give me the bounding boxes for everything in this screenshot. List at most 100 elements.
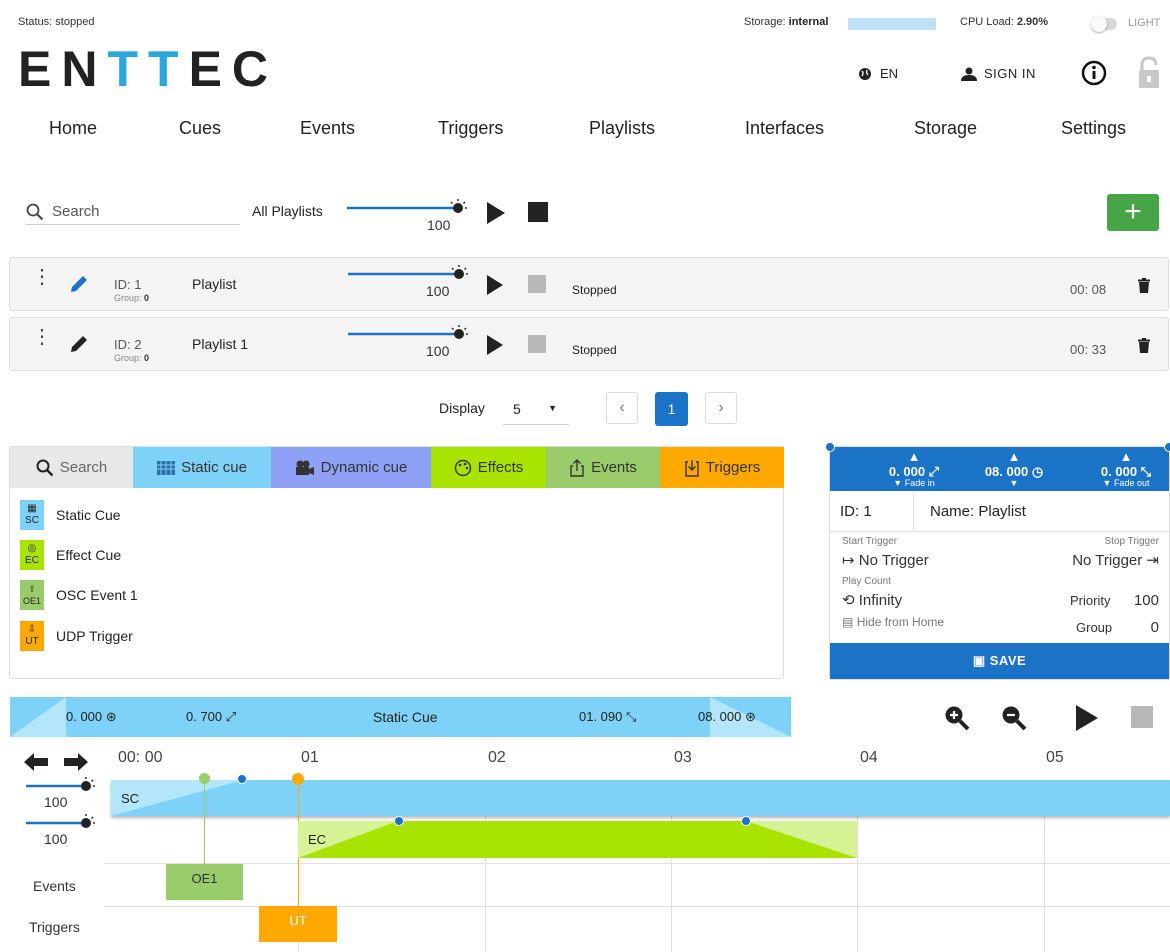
cpu-load: CPU Load: 2.90% (960, 16, 1049, 28)
playlist-row[interactable]: ⋮ ID: 1 Group: 0 Playlist 100 Stopped 00… (9, 257, 1169, 311)
time-tick: 01 (301, 749, 319, 766)
timer-icon: ⊛ (105, 709, 117, 724)
repeat-icon: ⟲ (842, 592, 855, 609)
zoom-in-icon[interactable] (943, 704, 971, 732)
edit-pencil-icon[interactable] (68, 333, 90, 355)
user-icon (960, 67, 978, 81)
arrow-left-icon[interactable] (24, 752, 48, 772)
stop-trigger-select[interactable]: No Trigger ⇥ (1072, 551, 1159, 569)
tab-events[interactable]: Events (546, 447, 660, 488)
wait-stepper[interactable]: ▲ 08. 000 ◷ ▼ (974, 449, 1054, 488)
timeline-stop-button[interactable] (1131, 706, 1153, 728)
hold-stepper[interactable]: 08. 000 ⊛ (698, 709, 756, 725)
master-level-slider[interactable] (345, 198, 469, 220)
playlist-row[interactable]: ⋮ ID: 2 Group: 0 Playlist 1 100 Stopped … (9, 317, 1169, 371)
nav-home[interactable]: Home (49, 118, 97, 139)
playlist-search[interactable]: Search (26, 199, 240, 225)
more-vert-icon[interactable]: ⋮ (32, 267, 52, 287)
trigger-marker[interactable] (292, 773, 304, 785)
playlist-name: Playlist (192, 276, 237, 292)
time-tick: 04 (860, 749, 878, 766)
trigger-icon: ⇩ UT (20, 621, 44, 651)
priority-input[interactable]: 100 (1134, 592, 1159, 609)
tab-static-cue[interactable]: Static cue (133, 447, 271, 488)
tab-triggers[interactable]: Triggers (660, 447, 784, 488)
save-button[interactable]: ▣ SAVE (830, 643, 1169, 679)
playlist-level-slider[interactable] (346, 324, 470, 346)
theme-label: LIGHT (1128, 17, 1161, 29)
nav-events[interactable]: Events (300, 118, 355, 139)
list-item[interactable]: ⇧ OE1 OSC Event 1 (20, 580, 138, 610)
fade-in-icon: ⤢ (225, 709, 237, 724)
list-item[interactable]: ▦ SC Static Cue (20, 500, 121, 530)
list-item[interactable]: ◎ EC Effect Cue (20, 540, 121, 570)
effect-cue-icon: ◎ EC (20, 540, 44, 570)
stop-button[interactable] (528, 335, 546, 353)
prev-page-button[interactable]: ‹ (606, 392, 638, 424)
sign-in-button[interactable]: SIGN IN (960, 66, 1036, 81)
playlist-editor: ▲ 0. 000 ⤢ ▼ Fade in ▲ 08. 000 ◷ ▼ ▲ 0. 000 ⤡… (825, 442, 1170, 680)
list-item[interactable]: ⇩ UT UDP Trigger (20, 621, 133, 651)
timer-icon: ⊛ (745, 709, 756, 724)
tab-dynamic-cue[interactable]: Dynamic cue (271, 447, 431, 488)
fade-out-icon: ⤡ (626, 709, 637, 724)
lock-icon[interactable] (1137, 56, 1161, 90)
trigger-block[interactable]: UT (259, 906, 337, 942)
fade-in-stepper[interactable]: 0. 700 ⤢ (186, 709, 236, 725)
nav-triggers[interactable]: Triggers (438, 118, 503, 139)
page-1-button[interactable]: 1 (655, 392, 688, 426)
more-vert-icon[interactable]: ⋮ (32, 327, 52, 347)
static-cue-track[interactable]: SC (111, 780, 1170, 816)
edit-pencil-icon[interactable] (68, 273, 90, 295)
stop-all-button[interactable] (528, 202, 548, 222)
resize-handle[interactable] (825, 442, 835, 452)
effect-cue-track[interactable]: EC (298, 821, 857, 858)
fade-out-stepper[interactable]: ▲ 0. 000 ⤡ ▼ Fade out (1086, 449, 1166, 488)
cue-search[interactable]: Search (10, 447, 133, 488)
trash-icon[interactable] (1138, 278, 1150, 293)
arrow-right-icon[interactable] (64, 752, 88, 772)
nav-settings[interactable]: Settings (1061, 118, 1126, 139)
fade-in-stepper[interactable]: ▲ 0. 000 ⤢ ▼ Fade in (874, 449, 954, 488)
play-count-select[interactable]: ⟲ Infinity (842, 591, 902, 609)
play-button[interactable] (486, 334, 504, 356)
language-selector[interactable]: EN (858, 66, 898, 81)
add-playlist-button[interactable]: + (1107, 194, 1159, 231)
zoom-out-icon[interactable] (1000, 704, 1028, 732)
play-all-button[interactable] (486, 201, 506, 225)
fade-out-stepper[interactable]: 01. 090 ⤡ (579, 709, 636, 725)
trash-icon[interactable] (1138, 338, 1150, 353)
status-text: Status: stopped (18, 16, 95, 28)
playlist-level-slider[interactable] (346, 264, 470, 286)
fade-handle[interactable] (394, 816, 404, 826)
name-field[interactable]: Name: Playlist (930, 503, 1026, 520)
arrow-to-bar-icon: ⇥ (1146, 552, 1159, 569)
enttec-logo: ENTTEC (18, 41, 279, 97)
storage-indicator: Storage: internal (744, 16, 829, 28)
nav-cues[interactable]: Cues (179, 118, 221, 139)
event-block[interactable]: OE1 (166, 864, 243, 900)
main-nav: Home Cues Events Triggers Playlists Inte… (0, 118, 1170, 142)
event-marker[interactable] (199, 773, 210, 784)
timeline-play-button[interactable] (1075, 704, 1099, 732)
delay-stepper[interactable]: 0. 000 ⊛ (66, 709, 117, 725)
fade-handle[interactable] (237, 774, 247, 784)
play-button[interactable] (486, 274, 504, 296)
nav-playlists[interactable]: Playlists (589, 118, 655, 139)
stop-button[interactable] (528, 275, 546, 293)
master-level-value: 100 (427, 217, 451, 233)
tab-effects[interactable]: Effects (431, 447, 546, 488)
start-trigger-select[interactable]: ↦ No Trigger (842, 551, 929, 569)
hide-from-home-toggle[interactable]: ▤ Hide from Home (842, 615, 944, 629)
group-input[interactable]: 0 (1151, 619, 1159, 636)
fade-handle[interactable] (741, 816, 751, 826)
nav-storage[interactable]: Storage (914, 118, 977, 139)
theme-toggle[interactable] (1091, 16, 1117, 32)
next-page-button[interactable]: › (705, 392, 737, 424)
share-icon (569, 458, 585, 477)
nav-interfaces[interactable]: Interfaces (745, 118, 824, 139)
page-size-select[interactable]: 5 ▼ (503, 393, 569, 425)
search-icon (36, 459, 54, 477)
info-icon[interactable] (1081, 60, 1107, 86)
resize-handle[interactable] (1164, 442, 1170, 452)
